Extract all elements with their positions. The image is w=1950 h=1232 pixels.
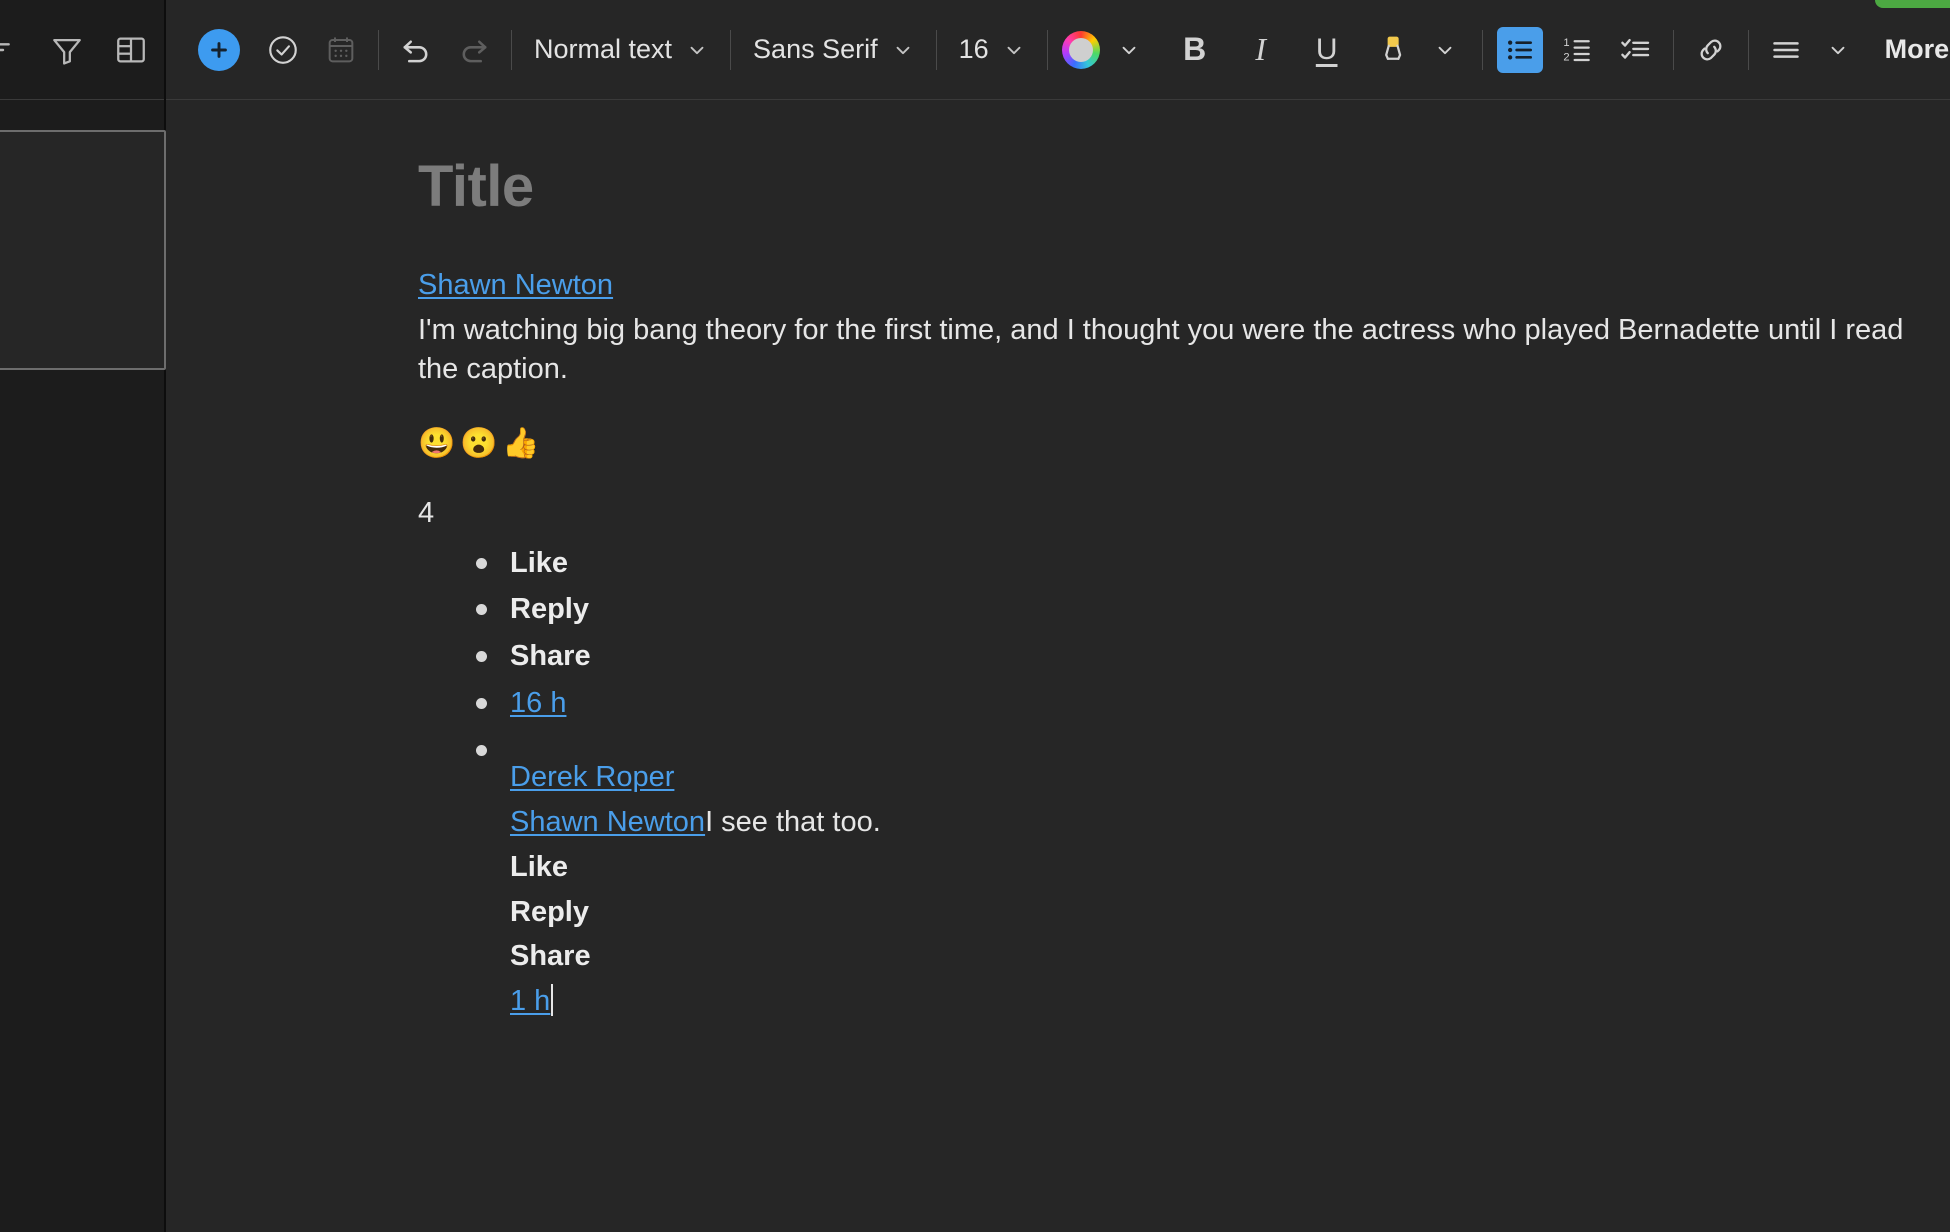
sidebar-toolbar <box>0 0 164 100</box>
reaction-row: 😃 😮 👍 <box>418 428 1949 463</box>
chevron-down-icon <box>686 39 708 61</box>
list-item[interactable]: Derek Roper Shawn NewtonI see that too. … <box>475 727 1949 1028</box>
calendar-button[interactable] <box>318 27 364 73</box>
sort-lines-icon[interactable] <box>0 31 22 69</box>
reaction-count: 4 <box>418 496 435 529</box>
more-button[interactable]: More <box>1881 28 1950 71</box>
left-sidebar <box>0 0 166 1232</box>
font-size-dropdown[interactable]: 16 <box>951 28 1033 71</box>
reply-text-line: Shawn NewtonI see that too. <box>510 800 1949 845</box>
reply-action-share[interactable]: Share <box>510 934 1949 979</box>
nested-reply: Derek Roper Shawn NewtonI see that too. … <box>510 755 1949 1024</box>
document-canvas[interactable]: Title Shawn Newton I'm watching big bang… <box>166 100 1950 1232</box>
reply-timestamp-line: 1 h <box>510 979 1949 1024</box>
filter-funnel-icon[interactable] <box>48 31 86 69</box>
align-chevron-down-icon[interactable] <box>1815 27 1861 73</box>
text-color-chevron-down-icon[interactable] <box>1106 27 1152 73</box>
italic-label: I <box>1255 31 1266 67</box>
empty-panel-card[interactable] <box>0 130 166 370</box>
undo-button[interactable] <box>393 27 439 73</box>
main-area: Normal text Sans Serif 16 B I U 1 2 More… <box>166 0 1950 1232</box>
bold-button[interactable]: B <box>1172 27 1218 73</box>
underline-label: U <box>1315 32 1338 66</box>
svg-text:2: 2 <box>1563 51 1569 63</box>
wow-emoji[interactable]: 😮 <box>460 428 497 463</box>
task-check-button[interactable] <box>260 27 306 73</box>
post-author-link[interactable]: Shawn Newton <box>418 269 613 301</box>
action-like: Like <box>510 546 569 579</box>
table-layout-icon[interactable] <box>112 31 150 69</box>
post-body-text: I'm watching big bang theory for the fir… <box>418 313 1904 385</box>
action-reply: Reply <box>510 593 589 626</box>
chevron-down-icon <box>1003 39 1025 61</box>
checklist-button[interactable] <box>1613 27 1659 73</box>
list-item[interactable]: Share <box>475 633 1949 680</box>
reply-mention-link[interactable]: Shawn Newton <box>510 806 705 838</box>
font-size-label: 16 <box>958 34 989 64</box>
like-thumbs-up-emoji[interactable]: 👍 <box>502 428 539 463</box>
list-item[interactable]: Reply <box>475 586 1949 633</box>
app-window: Normal text Sans Serif 16 B I U 1 2 More… <box>0 0 1950 1232</box>
underline-button[interactable]: U <box>1304 27 1350 73</box>
reply-text: I see that too. <box>705 805 881 838</box>
green-action-button[interactable] <box>1875 0 1950 8</box>
action-share: Share <box>510 640 591 673</box>
action-timestamp-link[interactable]: 16 h <box>510 687 566 719</box>
paragraph-style-label: Normal text <box>534 34 673 64</box>
align-button[interactable] <box>1763 27 1809 73</box>
bulleted-list-button[interactable] <box>1496 26 1543 73</box>
link-button[interactable] <box>1688 27 1734 73</box>
reply-action-like[interactable]: Like <box>510 845 1949 890</box>
list-item[interactable]: Like <box>475 540 1949 587</box>
editor-toolbar: Normal text Sans Serif 16 B I U 1 2 More <box>166 0 1950 100</box>
haha-emoji[interactable]: 😃 <box>418 428 455 463</box>
post-author-line: Shawn Newton <box>418 266 1949 305</box>
paragraph-style-dropdown[interactable]: Normal text <box>526 28 716 71</box>
add-button[interactable] <box>198 28 240 71</box>
reply-action-reply[interactable]: Reply <box>510 890 1949 935</box>
reply-timestamp-link[interactable]: 1 h <box>510 985 550 1017</box>
highlighter-icon[interactable] <box>1370 27 1416 73</box>
chevron-down-icon <box>892 39 914 61</box>
svg-text:1: 1 <box>1563 37 1569 49</box>
post-action-list: Like Reply Share 16 h Derek Roper Shawn … <box>418 540 1949 1029</box>
list-item[interactable]: 16 h <box>475 680 1949 727</box>
more-label: More <box>1884 34 1950 64</box>
highlight-chevron-down-icon[interactable] <box>1422 27 1468 73</box>
text-cursor <box>551 984 554 1017</box>
font-family-label: Sans Serif <box>753 34 878 64</box>
italic-button[interactable]: I <box>1238 27 1284 73</box>
page-title[interactable]: Title <box>418 158 1949 216</box>
numbered-list-button[interactable]: 1 2 <box>1555 27 1601 73</box>
redo-button[interactable] <box>451 27 497 73</box>
reply-author-line: Derek Roper <box>510 755 1949 800</box>
bold-label: B <box>1183 31 1207 67</box>
text-color-picker[interactable] <box>1061 30 1100 69</box>
font-family-dropdown[interactable]: Sans Serif <box>745 28 922 71</box>
reply-author-link[interactable]: Derek Roper <box>510 761 674 793</box>
